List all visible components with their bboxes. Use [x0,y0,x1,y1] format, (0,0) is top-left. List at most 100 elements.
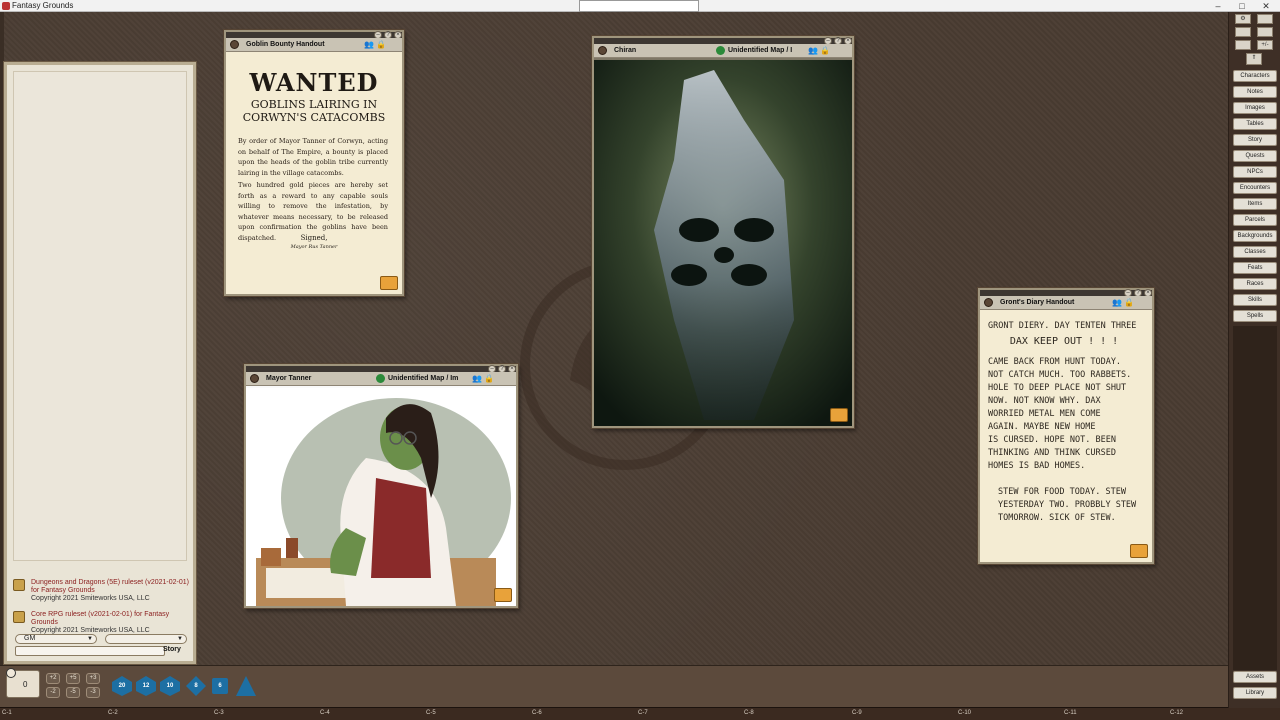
sidebar-tab-skills[interactable]: Skills [1233,294,1277,306]
note-icon [984,298,993,307]
coord-label: C-2 [108,710,118,716]
sidebar-tab-classes[interactable]: Classes [1233,246,1277,258]
window-status: Unidentified Map / I [728,47,793,54]
modifier-value: 0 [23,680,28,689]
window-header: Mayor Tanner Unidentified Map / Im 👥 🔒 [246,372,516,386]
chat-input[interactable] [15,646,165,656]
share-to-chat-button[interactable] [830,408,848,422]
sidebar-tab-images[interactable]: Images [1233,102,1277,114]
chat-panel: Dungeons and Dragons (5E) ruleset (v2021… [4,62,196,664]
identified-toggle-icon[interactable] [376,374,385,383]
tool-map-icon[interactable] [1257,27,1273,37]
diary-line: tomorrow. Sick of stew. [998,513,1116,523]
maximize-button[interactable]: □ [1230,0,1254,12]
chiran-ghost-image [594,60,852,426]
sidebar-tab-quests[interactable]: Quests [1233,150,1277,162]
modifier-button[interactable]: -3 [86,687,100,698]
tool-party-icon[interactable] [1257,14,1273,24]
tool-gear-icon[interactable]: ⚙ [1235,14,1251,24]
modifier-button[interactable]: -5 [66,687,80,698]
sidebar-tab-characters[interactable]: Characters [1233,70,1277,82]
modifier-button[interactable]: +3 [86,673,100,684]
dice-tower-icon[interactable] [6,668,16,678]
window-title: Goblin Bounty Handout [246,41,325,48]
share-to-chat-button[interactable] [494,588,512,602]
note-icon [230,40,239,49]
share-icon[interactable]: 👥 [472,374,482,383]
sidebar-tab-spells[interactable]: Spells [1233,310,1277,322]
handout-paragraph: By order of Mayor Tanner of Corwyn, acti… [238,137,388,177]
window-titlebar: Fantasy Grounds – □ ✕ [0,0,1280,12]
sidebar-tab-encounters[interactable]: Encounters [1233,182,1277,194]
diary-line: is cursed. Hope not. Been [988,435,1116,445]
sidebar-tab-tables[interactable]: Tables [1233,118,1277,130]
bottom-toolbar [0,665,1228,707]
sidebar-tab-story[interactable]: Story [1233,134,1277,146]
identified-toggle-icon[interactable] [716,46,725,55]
share-icon[interactable]: 👥 [364,40,374,49]
share-icon[interactable]: 👥 [808,46,818,55]
sidebar-spacer [1233,326,1277,670]
gront-diary-window[interactable]: – ? × Gront's Diary Handout 👥 🔒 Gront Di… [978,288,1154,564]
chat-entry-line: Dungeons and Dragons (5E) ruleset (v2021… [31,579,189,586]
modifier-button[interactable]: +5 [66,673,80,684]
sidebar-tab-feats[interactable]: Feats [1233,262,1277,274]
lock-icon[interactable]: 🔒 [376,40,386,49]
window-title: Mayor Tanner [266,375,312,382]
window-header: Goblin Bounty Handout 👥 🔒 [226,38,402,52]
diary-line: now. Not know why. Dax [988,396,1101,406]
sidebar-tab-backgrounds[interactable]: Backgrounds [1233,230,1277,242]
coord-label: C-5 [426,710,436,716]
diary-line: Not catch much. Too rabbets. [988,370,1132,380]
lock-icon[interactable]: 🔒 [820,46,830,55]
chiran-image-window[interactable]: – ? × Chiran Unidentified Map / I 👥 🔒 [592,36,854,428]
chat-log[interactable] [13,71,187,561]
language-select[interactable]: ▼ [105,634,187,644]
diary-line: Gront Diery. Day Tenten three [988,321,1137,331]
share-to-chat-button[interactable] [380,276,398,290]
expand-up-icon[interactable]: ⇑ [1246,53,1262,65]
sidebar-tab-races[interactable]: Races [1233,278,1277,290]
sidebar-tab-assets[interactable]: Assets [1233,671,1277,683]
sidebar-tab-items[interactable]: Items [1233,198,1277,210]
sidebar-tab-notes[interactable]: Notes [1233,86,1277,98]
window-header: Chiran Unidentified Map / I 👥 🔒 [594,44,852,58]
d6-die[interactable]: 6 [212,678,228,694]
sidebar-tab-parcels[interactable]: Parcels [1233,214,1277,226]
lock-icon[interactable]: 🔒 [1124,298,1134,307]
diary-line: homes is bad homes. [988,461,1086,471]
goblin-bounty-window[interactable]: – ? × Goblin Bounty Handout 👥 🔒 WANTED G… [224,30,404,296]
lock-icon[interactable]: 🔒 [484,374,494,383]
chat-entry-line: for Fantasy Grounds [31,587,95,594]
app-icon [2,2,10,10]
tool-combat-icon[interactable] [1235,40,1251,50]
app-title: Fantasy Grounds [12,1,74,10]
identity-select[interactable]: GM ▼ [15,634,97,644]
share-to-chat-button[interactable] [1130,544,1148,558]
tool-book-icon[interactable] [1235,27,1251,37]
diary-line: Stew for food today. Stew [998,487,1126,497]
sidebar-tab-library[interactable]: Library [1233,687,1277,699]
handout-subtitle: CORWYN'S CATACOMBS [242,111,386,124]
chevron-down-icon: ▼ [177,636,183,642]
image-icon [250,374,259,383]
coord-label: C-3 [214,710,224,716]
share-icon[interactable]: 👥 [1112,298,1122,307]
ruleset-icon [13,579,25,591]
close-button[interactable]: ✕ [1254,0,1278,12]
modifier-button[interactable]: +2 [46,673,60,684]
mayor-tanner-window[interactable]: – ? × Mayor Tanner Unidentified Map / Im… [244,364,518,608]
story-mode-button[interactable]: Story [163,646,181,653]
coord-label: C-8 [744,710,754,716]
coord-label: C-12 [1170,710,1184,716]
minimize-button[interactable]: – [1206,0,1230,12]
sidebar-tab-npcs[interactable]: NPCs [1233,166,1277,178]
modifier-button[interactable]: -2 [46,687,60,698]
coord-label: C-7 [638,710,648,716]
window-status: Unidentified Map / Im [388,375,459,382]
chat-entry-line: Core RPG ruleset (v2021-02-01) for Fanta… [31,611,170,626]
diary-line: thinking and think cursed [988,448,1116,458]
window-title: Chiran [614,47,637,54]
modifiers-button[interactable]: +/- [1257,40,1273,50]
ruleset-icon [13,611,25,623]
